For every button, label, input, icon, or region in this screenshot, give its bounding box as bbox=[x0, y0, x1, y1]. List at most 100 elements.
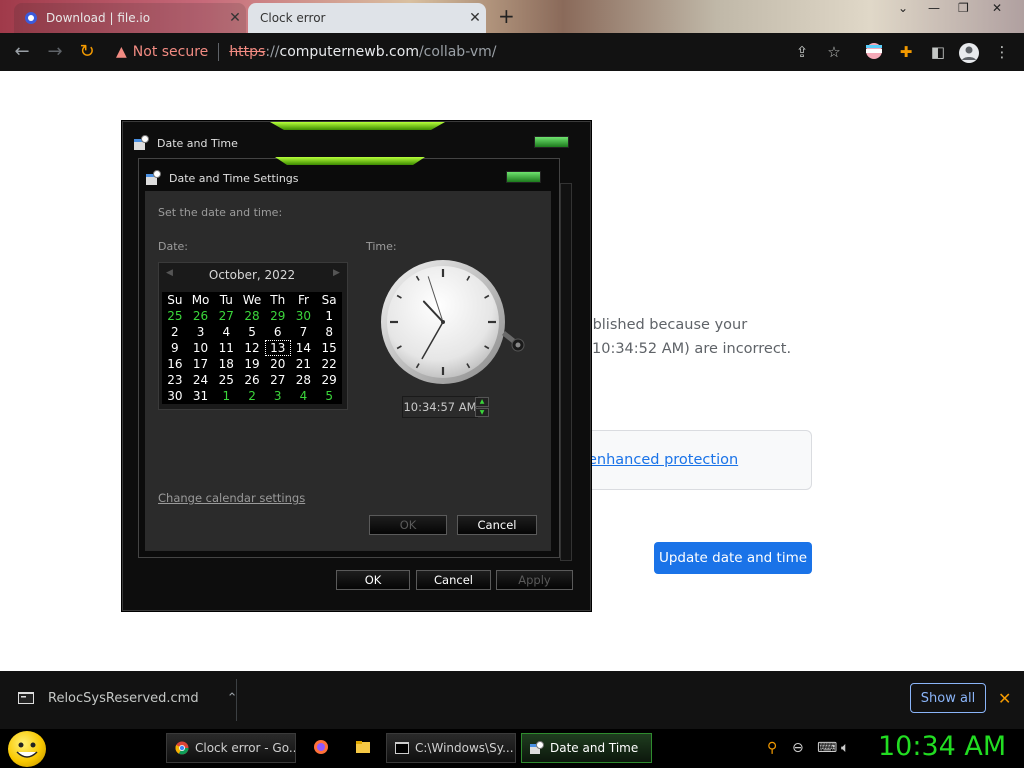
calendar-day-other-month[interactable]: 3 bbox=[265, 388, 291, 404]
calendar-day[interactable]: 16 bbox=[162, 356, 188, 372]
calendar-day[interactable]: 18 bbox=[213, 356, 239, 372]
inner-close-button[interactable] bbox=[506, 171, 541, 183]
calendar-day[interactable]: 6 bbox=[265, 324, 291, 340]
calendar-day[interactable]: 14 bbox=[291, 340, 317, 356]
time-input[interactable]: 10:34:57 AM bbox=[402, 396, 478, 418]
spin-up-icon[interactable]: ▲ bbox=[475, 397, 489, 407]
download-item[interactable]: RelocSysReserved.cmd ⌃ bbox=[18, 691, 238, 706]
status-icon[interactable]: ⊖ bbox=[792, 740, 804, 756]
calendar-day[interactable]: 23 bbox=[162, 372, 188, 388]
reload-icon[interactable]: ↻ bbox=[76, 41, 98, 63]
new-tab-button[interactable]: + bbox=[498, 4, 515, 28]
taskbar-chrome[interactable]: Clock error - Go... bbox=[166, 733, 296, 763]
calendar-day[interactable]: 27 bbox=[265, 372, 291, 388]
restore-icon[interactable]: ❐ bbox=[958, 0, 969, 16]
calendar-day[interactable]: 20 bbox=[265, 356, 291, 372]
taskbar-date-time[interactable]: Date and Time bbox=[521, 733, 652, 763]
menu-kebab-icon[interactable]: ⋮ bbox=[992, 42, 1012, 62]
calendar-day[interactable]: 5 bbox=[239, 324, 265, 340]
outer-close-button[interactable] bbox=[534, 136, 569, 148]
calendar-day[interactable]: 21 bbox=[291, 356, 317, 372]
forward-arrow-icon[interactable]: → bbox=[44, 41, 66, 63]
show-all-button[interactable]: Show all bbox=[910, 683, 986, 713]
back-arrow-icon[interactable]: ← bbox=[11, 41, 33, 63]
calendar-day[interactable]: 11 bbox=[213, 340, 239, 356]
calendar-day-other-month[interactable]: 27 bbox=[213, 308, 239, 324]
calendar-day[interactable]: 9 bbox=[162, 340, 188, 356]
calendar-day[interactable]: 29 bbox=[316, 372, 342, 388]
calendar-day[interactable]: 24 bbox=[188, 372, 214, 388]
calendar-day[interactable]: 3 bbox=[188, 324, 214, 340]
update-date-time-button[interactable]: Update date and time bbox=[654, 542, 812, 574]
enhanced-protection-link[interactable]: enhanced protection bbox=[588, 452, 738, 468]
calendar-day[interactable]: 1 bbox=[316, 308, 342, 324]
network-icon[interactable]: ⌨ bbox=[817, 740, 837, 756]
inner-ok-button[interactable]: OK bbox=[369, 515, 447, 535]
url-scheme-separator: :// bbox=[265, 44, 280, 60]
flag-extension-icon[interactable] bbox=[864, 42, 884, 62]
search-icon[interactable]: ⚲ bbox=[767, 740, 777, 756]
calendar-day[interactable]: 19 bbox=[239, 356, 265, 372]
side-panel-icon[interactable]: ◧ bbox=[928, 42, 948, 62]
change-calendar-settings-link[interactable]: Change calendar settings bbox=[158, 491, 305, 505]
folder-icon[interactable] bbox=[355, 739, 371, 759]
calendar-day[interactable]: 15 bbox=[316, 340, 342, 356]
calendar-day[interactable]: 13 bbox=[264, 340, 291, 356]
calendar-day[interactable]: 26 bbox=[239, 372, 265, 388]
inner-cancel-button[interactable]: Cancel bbox=[457, 515, 537, 535]
calendar-day-other-month[interactable]: 2 bbox=[239, 388, 265, 404]
chevron-down-icon[interactable]: ⌄ bbox=[898, 0, 908, 16]
calendar-day-other-month[interactable]: 25 bbox=[162, 308, 188, 324]
calendar-day[interactable]: 12 bbox=[239, 340, 265, 356]
close-tab-icon[interactable]: ✕ bbox=[464, 10, 486, 26]
analog-clock bbox=[381, 260, 525, 384]
share-icon[interactable]: ⇪ bbox=[792, 42, 812, 62]
url-path: /collab-vm/ bbox=[418, 44, 497, 60]
outer-scrollbar[interactable] bbox=[560, 183, 572, 561]
calendar-day[interactable]: 17 bbox=[188, 356, 214, 372]
calendar-day[interactable]: 10 bbox=[188, 340, 214, 356]
calendar-day-other-month[interactable]: 28 bbox=[239, 308, 265, 324]
calendar-day-other-month[interactable]: 1 bbox=[213, 388, 239, 404]
extensions-puzzle-icon[interactable]: ✚ bbox=[896, 42, 916, 62]
calendar-day[interactable]: 28 bbox=[291, 372, 317, 388]
taskbar-item-label: C:\Windows\Sy... bbox=[415, 741, 514, 755]
bookmark-star-icon[interactable]: ☆ bbox=[824, 42, 844, 62]
calendar-day[interactable]: 22 bbox=[316, 356, 342, 372]
close-window-icon[interactable]: ✕ bbox=[992, 0, 1002, 16]
outer-cancel-button[interactable]: Cancel bbox=[416, 570, 491, 590]
outer-ok-button[interactable]: OK bbox=[336, 570, 410, 590]
calendar-day[interactable]: 25 bbox=[213, 372, 239, 388]
minimize-icon[interactable]: — bbox=[928, 0, 940, 16]
apply-button[interactable]: Apply bbox=[496, 570, 573, 590]
address-bar[interactable]: ▲ Not secure https :// computernewb.com … bbox=[108, 37, 856, 67]
error-message-line1: tablished because your bbox=[578, 317, 748, 333]
calendar-day-other-month[interactable]: 29 bbox=[265, 308, 291, 324]
calendar-day-other-month[interactable]: 5 bbox=[316, 388, 342, 404]
taskbar-clock[interactable]: 10:34 AM bbox=[878, 731, 1006, 762]
tab-download-fileio[interactable]: Download | file.io ✕ bbox=[14, 3, 246, 33]
spin-down-icon[interactable]: ▼ bbox=[475, 407, 489, 417]
calendar-day-other-month[interactable]: 4 bbox=[291, 388, 317, 404]
start-button-smiley-icon[interactable] bbox=[8, 731, 46, 767]
close-tab-icon[interactable]: ✕ bbox=[224, 10, 246, 26]
calendar-day[interactable]: 7 bbox=[291, 324, 317, 340]
profile-avatar-icon[interactable] bbox=[958, 42, 979, 63]
calendar-day[interactable]: 31 bbox=[188, 388, 214, 404]
time-spinner[interactable]: ▲ ▼ bbox=[475, 397, 489, 417]
taskbar-cmd[interactable]: C:\Windows\Sy... bbox=[386, 733, 516, 763]
calendar-month-year[interactable]: October, 2022 bbox=[158, 268, 346, 282]
calendar-day-other-month[interactable]: 30 bbox=[291, 308, 317, 324]
date-time-icon bbox=[134, 135, 149, 150]
calendar-day[interactable]: 2 bbox=[162, 324, 188, 340]
calendar-day-other-month[interactable]: 26 bbox=[188, 308, 214, 324]
tab-clock-error[interactable]: Clock error ✕ bbox=[248, 3, 486, 33]
volume-icon[interactable]: 🔈︎ bbox=[841, 740, 849, 756]
close-downloads-icon[interactable]: ✕ bbox=[998, 689, 1011, 708]
taskbar-item-label: Clock error - Go... bbox=[195, 741, 295, 755]
firefox-icon[interactable] bbox=[313, 739, 329, 759]
calendar-day[interactable]: 4 bbox=[213, 324, 239, 340]
calendar-day[interactable]: 8 bbox=[316, 324, 342, 340]
calendar-day[interactable]: 30 bbox=[162, 388, 188, 404]
weekday-header: Su bbox=[167, 293, 183, 307]
